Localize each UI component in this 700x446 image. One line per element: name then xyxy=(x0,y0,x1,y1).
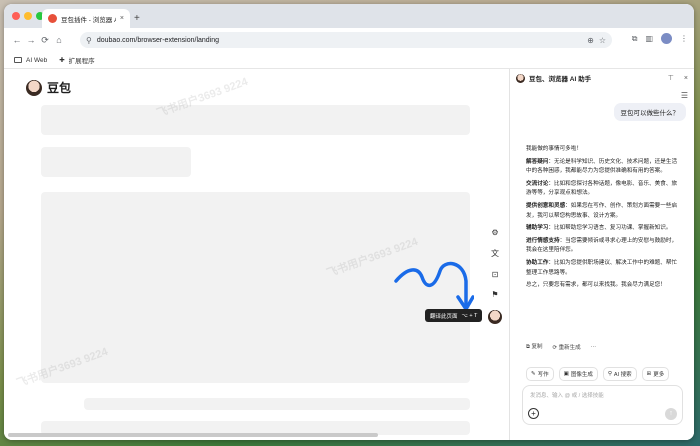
new-tab-button[interactable]: + xyxy=(134,13,140,24)
kebab-menu-icon[interactable]: ⋮ xyxy=(680,34,688,43)
user-message: 豆包可以做些什么？ xyxy=(613,103,686,121)
answer-item: 交流讨论：比如和您探讨各种话题，像电影、音乐、美食、旅游等等，分享观点和想法。 xyxy=(526,180,680,199)
close-icon[interactable]: × xyxy=(684,75,688,82)
answer-actions: ⧉ 复制 ⟳ 重新生成 ··· xyxy=(526,342,596,351)
skeleton-block xyxy=(84,398,470,410)
add-attachment-icon[interactable]: + xyxy=(528,408,539,419)
skeleton-block xyxy=(41,147,191,177)
chip-more[interactable]: ⊞ 更多 xyxy=(641,367,670,381)
extensions-icon[interactable]: ⧉ xyxy=(632,34,638,44)
close-window-button[interactable] xyxy=(12,12,20,20)
chip-label: 更多 xyxy=(653,372,665,378)
home-icon[interactable]: ⌂ xyxy=(52,35,66,45)
reload-icon[interactable]: ⟳ xyxy=(38,35,52,46)
assistant-panel: 豆包、浏览器 AI 助手 ⊤ × ☰ 豆包可以做些什么？ 我能做的事情可多啦！ … xyxy=(510,69,694,440)
chip-ai-search[interactable]: ⚲ AI 搜索 xyxy=(602,367,637,381)
skill-chips: ✎ 写作 ▣ 图像生成 ⚲ AI 搜索 ⊞ 更多 xyxy=(526,367,670,381)
translate-icon[interactable]: 文 xyxy=(491,248,499,259)
doubao-favicon-icon xyxy=(48,14,57,23)
answer-item-heading: 交流讨论 xyxy=(526,180,549,187)
tooltip-label: 翻译此页面 xyxy=(430,313,458,320)
panel-title: 豆包、浏览器 AI 助手 xyxy=(529,76,592,83)
folder-icon xyxy=(14,57,22,63)
browser-toolbar: ← → ⟳ ⌂ ⚲ doubao.com/browser-extension/l… xyxy=(4,28,694,52)
assistant-answer: 我能做的事情可多啦！ 解答疑问：无论是科学知识、历史文化、技术问题，还是生活中的… xyxy=(526,145,680,294)
brand[interactable]: 豆包 xyxy=(26,79,71,96)
chip-image-gen[interactable]: ▣ 图像生成 xyxy=(558,367,598,381)
answer-item: 解答疑问：无论是科学知识、历史文化、技术问题，还是生活中的各种困惑，我都能尽力为… xyxy=(526,158,680,177)
screenshot-icon[interactable]: ⊡ xyxy=(492,270,499,279)
tab-close-icon[interactable]: × xyxy=(120,15,124,22)
url-text[interactable]: doubao.com/browser-extension/landing xyxy=(97,37,582,44)
answer-item: 协助工作：比如为您提供职场建议、解决工作中的难题、帮忙整理工作思路等。 xyxy=(526,259,680,278)
chip-writing[interactable]: ✎ 写作 xyxy=(526,367,554,381)
answer-item-text: ：无论是科学知识、历史文化、技术问题，还是生活中的各种困惑，我都能尽力为您提供准… xyxy=(526,158,678,175)
regenerate-label: 重新生成 xyxy=(558,344,581,351)
forward-icon[interactable]: → xyxy=(24,35,38,45)
browser-window: 豆包插件 - 浏览器 AI 助手 × + ← → ⟳ ⌂ ⚲ doubao.co… xyxy=(4,4,694,440)
message-input[interactable]: 发消息、输入 @ 或 / 选择技能 xyxy=(530,391,604,399)
pen-icon: ✎ xyxy=(531,371,536,377)
chip-label: 图像生成 xyxy=(570,372,593,378)
puzzle-icon: ✚ xyxy=(59,57,65,64)
bookmark-extensions[interactable]: ✚ 扩展程序 xyxy=(59,55,94,65)
toolbar-right: ⧉ ▥ ⋮ xyxy=(632,33,688,44)
panel-header: 豆包、浏览器 AI 助手 ⊤ × xyxy=(516,73,688,83)
search-icon: ⚲ xyxy=(607,371,612,377)
bookmark-label: AI Web xyxy=(26,56,48,64)
landing-page: 豆包 翻译此页面 ⌥ + T ⚙ 文 ⊡ ⚑ 飞书用户3693 9224 飞书用… xyxy=(4,69,509,440)
tooltip-shortcut: ⌥ + T xyxy=(461,312,478,319)
doubao-logo-icon xyxy=(26,79,42,96)
doubao-avatar-icon[interactable] xyxy=(488,310,502,324)
answer-item-heading: 提供创意和灵感 xyxy=(526,202,566,209)
answer-outro: 总之，只要您有需求，都可以来找我。我会尽力满足您！ xyxy=(526,282,666,289)
send-icon[interactable]: ↑ xyxy=(665,408,677,420)
bookmark-label: 扩展程序 xyxy=(68,58,95,65)
profile-avatar[interactable] xyxy=(661,33,672,44)
grid-icon: ⊞ xyxy=(646,371,652,377)
answer-intro: 我能做的事情可多啦！ xyxy=(526,146,582,152)
minimize-window-button[interactable] xyxy=(24,12,32,20)
brand-name: 豆包 xyxy=(47,81,72,95)
more-actions-button[interactable]: ··· xyxy=(591,344,597,350)
image-icon: ▣ xyxy=(563,371,569,377)
pin-icon[interactable]: ⊤ xyxy=(668,74,674,82)
answer-item-text: ：比如和您探讨各种话题，像电影、音乐、美食、旅游等等，分享观点和想法。 xyxy=(526,180,678,197)
message-input-box[interactable]: 发消息、输入 @ 或 / 选择技能 + ↑ xyxy=(522,385,683,425)
floating-toolbar: ⚙ 文 ⊡ ⚑ xyxy=(488,228,502,324)
answer-item: 进行情感支持：当您需要倾诉或寻求心理上的安慰与鼓励时，我会在这里陪伴您。 xyxy=(526,237,680,256)
bookmark-icon[interactable]: ⚑ xyxy=(491,290,498,299)
answer-item-heading: 协助工作 xyxy=(526,259,549,266)
bookmark-star-icon[interactable]: ☆ xyxy=(599,36,606,45)
zoom-icon[interactable]: ⊕ xyxy=(587,36,594,45)
answer-item-heading: 辅助学习 xyxy=(526,225,549,232)
bookmark-ai-web[interactable]: AI Web xyxy=(14,57,47,64)
answer-item-heading: 解答疑问 xyxy=(526,158,549,165)
chip-label: 写作 xyxy=(537,372,549,378)
answer-item-text: ：比如帮助您学习语言、复习功课、掌握新知识。 xyxy=(548,225,672,232)
back-icon[interactable]: ← xyxy=(10,35,24,45)
tab-doubao[interactable]: 豆包插件 - 浏览器 AI 助手 × xyxy=(42,9,130,28)
window-controls xyxy=(12,12,44,20)
side-panel-icon[interactable]: ▥ xyxy=(645,34,653,43)
answer-item: 提供创意和灵感：如果您在写作、创作、策划方面需要一些启发，我可以帮您构思故事、设… xyxy=(526,202,680,221)
site-info-icon[interactable]: ⚲ xyxy=(86,36,92,45)
skeleton-block xyxy=(41,105,470,135)
answer-item-text: ：比如为您提供职场建议、解决工作中的难题、帮忙整理工作思路等。 xyxy=(526,259,678,276)
answer-item-heading: 进行情感支持 xyxy=(526,237,560,244)
doubao-logo-icon xyxy=(516,73,525,83)
tab-strip: 豆包插件 - 浏览器 AI 助手 × + xyxy=(4,4,694,28)
translate-tooltip: 翻译此页面 ⌥ + T xyxy=(425,309,483,322)
chat-history-icon[interactable]: ☰ xyxy=(681,91,688,100)
regenerate-button[interactable]: ⟳ 重新生成 xyxy=(552,343,580,351)
tab-title: 豆包插件 - 浏览器 AI 助手 xyxy=(61,16,116,24)
horizontal-scrollbar[interactable] xyxy=(8,433,378,437)
bookmarks-bar: AI Web ✚ 扩展程序 xyxy=(4,52,694,69)
settings-sliders-icon[interactable]: ⚙ xyxy=(491,228,498,237)
chip-label: AI 搜索 xyxy=(613,372,632,378)
copy-button[interactable]: ⧉ 复制 xyxy=(526,342,542,351)
answer-item: 辅助学习：比如帮助您学习语言、复习功课、掌握新知识。 xyxy=(526,224,680,234)
address-bar[interactable]: ⚲ doubao.com/browser-extension/landing ⊕… xyxy=(80,32,612,48)
copy-label: 复制 xyxy=(531,344,543,350)
